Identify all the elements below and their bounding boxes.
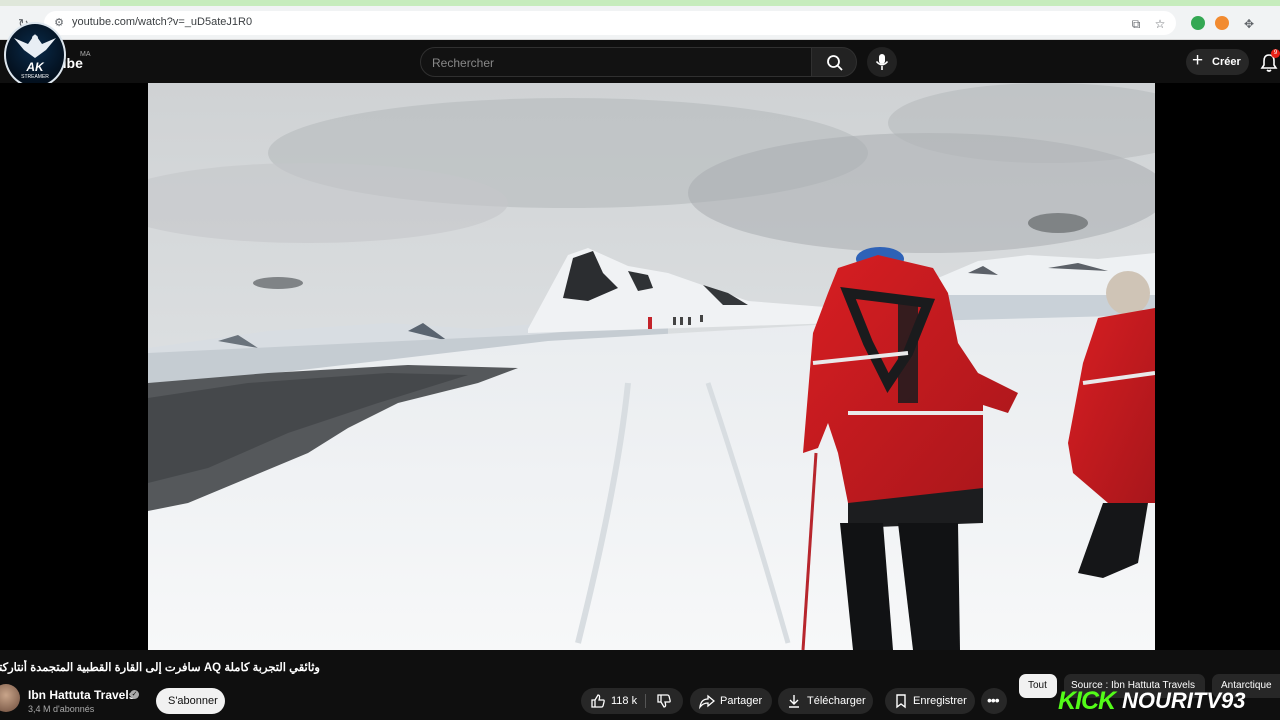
extensions-puzzle-icon[interactable]: ✥: [1241, 16, 1257, 32]
plus-icon: +: [1192, 50, 1204, 71]
subscribe-button[interactable]: S'abonner: [156, 688, 225, 714]
country-code: MA: [80, 51, 91, 58]
streamer-logo: AK STREAMER: [4, 22, 66, 88]
more-icon: •••: [987, 692, 1000, 708]
search-icon: [827, 55, 843, 71]
video-title: وثائقي التجربة كاملة AQ سافرت إلى القارة…: [0, 662, 320, 674]
save-button[interactable]: Enregistrer: [885, 688, 975, 714]
share-label: Partager: [720, 695, 763, 707]
create-button[interactable]: + Créer: [1186, 49, 1249, 75]
verified-icon: ✓: [130, 690, 139, 699]
like-count[interactable]: 118 k: [611, 695, 637, 707]
channel-avatar[interactable]: [0, 684, 20, 712]
channel-name[interactable]: Ibn Hattuta Travels: [28, 688, 135, 702]
subscribe-label: S'abonner: [168, 695, 218, 707]
streamer-name: NOURITV93: [1122, 688, 1246, 713]
like-divider: [645, 694, 646, 708]
more-actions-button[interactable]: •••: [981, 688, 1007, 714]
save-label: Enregistrer: [913, 695, 967, 707]
bookmark-icon: [896, 694, 906, 709]
search-placeholder: Rechercher: [432, 56, 495, 70]
chip-all[interactable]: Tout: [1019, 674, 1057, 698]
bookmark-star-icon[interactable]: ☆: [1152, 16, 1168, 32]
extension-icon[interactable]: [1191, 16, 1205, 30]
install-app-icon[interactable]: ⧉: [1128, 16, 1144, 32]
url-field[interactable]: ⚙ youtube.com/watch?v=_uD5ateJ1R0: [44, 11, 1176, 35]
share-button[interactable]: Partager: [690, 688, 772, 714]
thumbs-down-icon[interactable]: [656, 693, 672, 709]
voice-search-button[interactable]: [867, 47, 897, 77]
download-icon: [789, 695, 799, 708]
subscriber-count: 3,4 M d'abonnés: [28, 704, 95, 714]
microphone-icon: [875, 54, 889, 70]
search-button[interactable]: [811, 47, 857, 77]
antarctica-scene: [148, 83, 1155, 650]
youtube-header: ube MA Rechercher + Créer 9: [0, 41, 1280, 83]
download-button[interactable]: Télécharger: [778, 688, 873, 714]
search-input[interactable]: Rechercher: [420, 47, 812, 77]
create-label: Créer: [1212, 56, 1241, 68]
share-icon: [699, 694, 715, 709]
kick-logo: KICK: [1058, 687, 1116, 715]
like-dislike-group: 118 k: [581, 688, 683, 714]
badge-subtitle: STREAMER: [21, 74, 49, 80]
browser-address-bar: ↻ ⚙ youtube.com/watch?v=_uD5ateJ1R0 ⧉ ☆ …: [0, 6, 1280, 40]
video-frame[interactable]: [148, 83, 1155, 650]
notification-badge: 9: [1271, 49, 1280, 58]
phoenix-icon: [14, 34, 56, 58]
thumbs-up-icon[interactable]: [590, 693, 606, 709]
download-label: Télécharger: [807, 695, 866, 707]
extension-icon[interactable]: [1215, 16, 1229, 30]
url-text: youtube.com/watch?v=_uD5ateJ1R0: [72, 16, 253, 28]
badge-title: AK: [26, 60, 44, 74]
video-player[interactable]: [0, 83, 1280, 650]
